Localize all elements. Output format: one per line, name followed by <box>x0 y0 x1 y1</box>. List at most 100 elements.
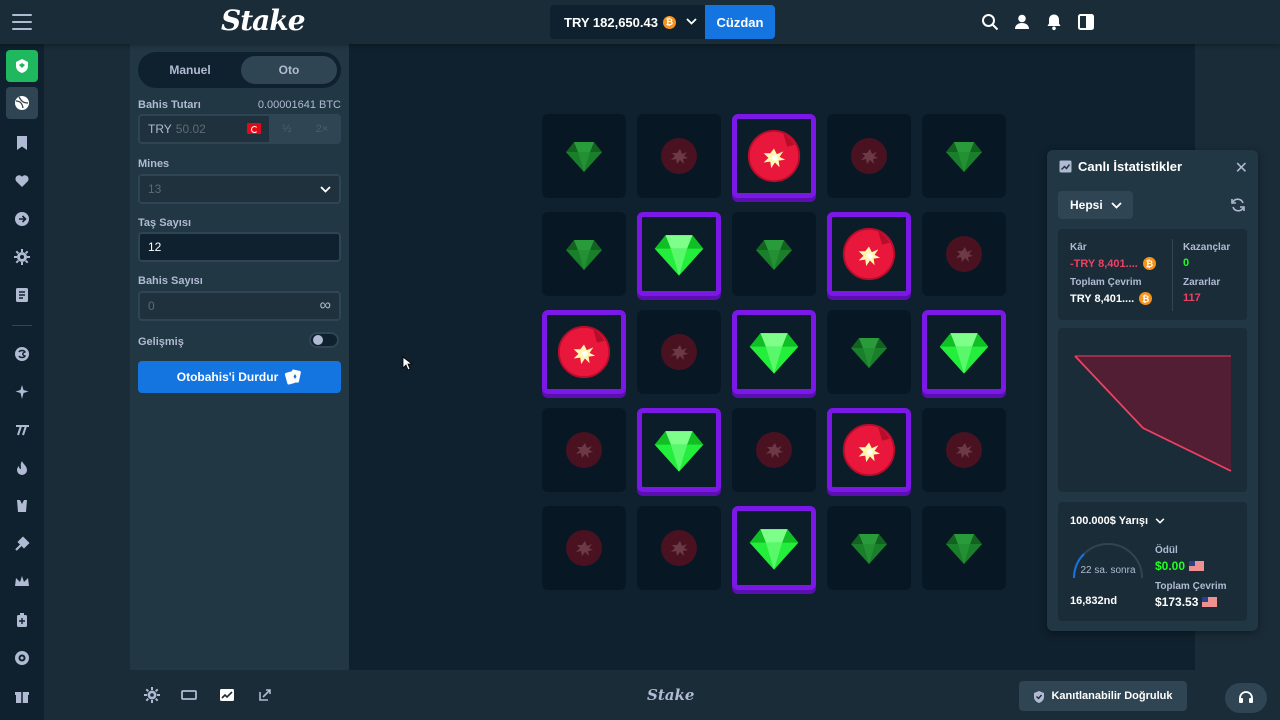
notification-bell-icon[interactable] <box>1044 12 1064 32</box>
gem-icon <box>944 136 984 176</box>
left-rail <box>0 44 44 720</box>
gems-label: Taş Sayısı <box>138 217 191 229</box>
tile-mine[interactable] <box>637 506 721 590</box>
tile-mine[interactable] <box>827 212 911 296</box>
bets-count-label: Bahis Sayısı <box>138 275 203 287</box>
roulette-icon[interactable] <box>14 650 30 666</box>
refresh-icon[interactable] <box>1230 197 1246 213</box>
tile-gem[interactable] <box>827 506 911 590</box>
live-stats-title: Canlı İstatistikler <box>1078 159 1183 174</box>
user-icon[interactable] <box>1012 12 1032 32</box>
tile-mine[interactable] <box>637 114 721 198</box>
tile-mine[interactable] <box>732 114 816 198</box>
settings-gear-icon[interactable] <box>144 687 160 703</box>
provably-fair-button[interactable]: Kanıtlanabilir Doğruluk <box>1019 681 1187 711</box>
wallet-button[interactable]: Cüzdan <box>705 5 775 39</box>
tile-gem[interactable] <box>922 506 1006 590</box>
menu-icon[interactable] <box>12 14 32 30</box>
table-games-icon[interactable] <box>14 612 30 628</box>
new-releases-crown-icon[interactable] <box>14 574 30 590</box>
mode-tabs: Manuel Oto <box>138 52 341 88</box>
popout-icon[interactable] <box>257 688 273 702</box>
game-shows-icon[interactable] <box>14 498 30 514</box>
profit-value: -TRY 8,401.... <box>1070 257 1138 270</box>
mine-icon <box>746 128 802 184</box>
headset-icon <box>1239 691 1253 703</box>
wagered-value-row: TRY 8,401.... ₿ <box>1070 292 1153 305</box>
hot-fire-icon[interactable] <box>14 460 30 476</box>
top-bar: Stake TRY 182,650.43 ₿ Cüzdan <box>0 0 1280 44</box>
tile-mine[interactable] <box>542 506 626 590</box>
mine-icon <box>754 430 794 470</box>
advanced-toggle[interactable] <box>309 332 339 348</box>
tile-gem[interactable] <box>922 114 1006 198</box>
tile-mine[interactable] <box>637 310 721 394</box>
sidebar-toggle-icon[interactable] <box>1076 12 1096 32</box>
close-icon[interactable]: ✕ <box>1235 158 1248 178</box>
stop-autobet-button[interactable]: Otobahis'i Durdur <box>138 361 341 393</box>
tile-mine[interactable] <box>542 408 626 492</box>
tile-gem[interactable] <box>732 310 816 394</box>
live-casino-icon[interactable] <box>14 422 30 438</box>
double-bet-button[interactable]: 2× <box>304 116 339 142</box>
balance-selector[interactable]: TRY 182,650.43 ₿ <box>550 5 705 39</box>
rail-casino[interactable] <box>6 50 38 82</box>
slots-sparkle-icon[interactable] <box>14 384 30 400</box>
tile-gem[interactable] <box>637 408 721 492</box>
profit-label: Kâr <box>1070 242 1087 253</box>
my-bets-icon[interactable] <box>14 287 30 303</box>
tile-mine[interactable] <box>922 408 1006 492</box>
us-flag-icon <box>1202 597 1218 607</box>
tile-gem[interactable] <box>637 212 721 296</box>
tile-gem[interactable] <box>922 310 1006 394</box>
live-support-button[interactable] <box>1225 683 1267 713</box>
tile-mine[interactable] <box>542 310 626 394</box>
tile-gem[interactable] <box>732 506 816 590</box>
live-stats-chart-icon[interactable] <box>219 688 235 702</box>
race-wagered-label: Toplam Çevrim <box>1155 581 1227 592</box>
race-rank: 16,832nd <box>1070 595 1118 607</box>
stake-logo[interactable]: Stake <box>221 4 306 37</box>
wagered-label: Toplam Çevrim <box>1070 277 1142 288</box>
half-bet-button[interactable]: ½ <box>269 116 304 142</box>
shield-check-icon <box>1034 690 1045 703</box>
tile-mine[interactable] <box>827 114 911 198</box>
promotions-gift-icon[interactable] <box>14 688 30 704</box>
mine-icon <box>841 226 897 282</box>
gems-count-input[interactable]: 12 <box>138 232 341 262</box>
rail-divider <box>12 325 32 326</box>
tile-gem[interactable] <box>542 114 626 198</box>
search-icon[interactable] <box>980 12 1000 32</box>
tab-auto[interactable]: Oto <box>241 56 337 84</box>
tile-mine[interactable] <box>922 212 1006 296</box>
mine-icon <box>841 422 897 478</box>
bets-count-input[interactable]: 0 ∞ <box>138 291 341 321</box>
challenges-gear-icon[interactable] <box>14 249 30 265</box>
bookmark-icon[interactable] <box>14 135 30 151</box>
casino-icon <box>16 59 28 73</box>
infinity-icon[interactable]: ∞ <box>320 297 331 315</box>
originals-icon[interactable] <box>14 346 30 362</box>
sports-ball-icon <box>15 96 29 110</box>
tile-mine[interactable] <box>732 408 816 492</box>
mines-select[interactable]: 13 <box>138 174 341 204</box>
recent-arrow-icon[interactable] <box>14 211 30 227</box>
tile-gem[interactable] <box>542 212 626 296</box>
cards-icon <box>285 369 302 385</box>
stake-exclusives-icon[interactable] <box>14 536 30 552</box>
theatre-mode-icon[interactable] <box>181 688 197 702</box>
stats-filter-dropdown[interactable]: Hepsi <box>1058 191 1133 219</box>
tile-mine[interactable] <box>827 408 911 492</box>
gem-icon <box>849 332 889 372</box>
mines-value: 13 <box>148 182 162 196</box>
app: Stake TRY 182,650.43 ₿ Cüzdan Manuel Oto… <box>0 0 1280 720</box>
favorites-heart-icon[interactable] <box>14 173 30 189</box>
rail-sports[interactable] <box>6 87 38 119</box>
tile-gem[interactable] <box>732 212 816 296</box>
mine-icon <box>564 430 604 470</box>
tile-gem[interactable] <box>827 310 911 394</box>
race-dropdown[interactable]: 100.000$ Yarışı <box>1070 515 1165 527</box>
race-label: 100.000$ Yarışı <box>1070 515 1149 527</box>
bet-amount-input[interactable]: TRY 50.02 ½ 2× <box>138 114 341 144</box>
tab-manual[interactable]: Manuel <box>142 56 238 84</box>
